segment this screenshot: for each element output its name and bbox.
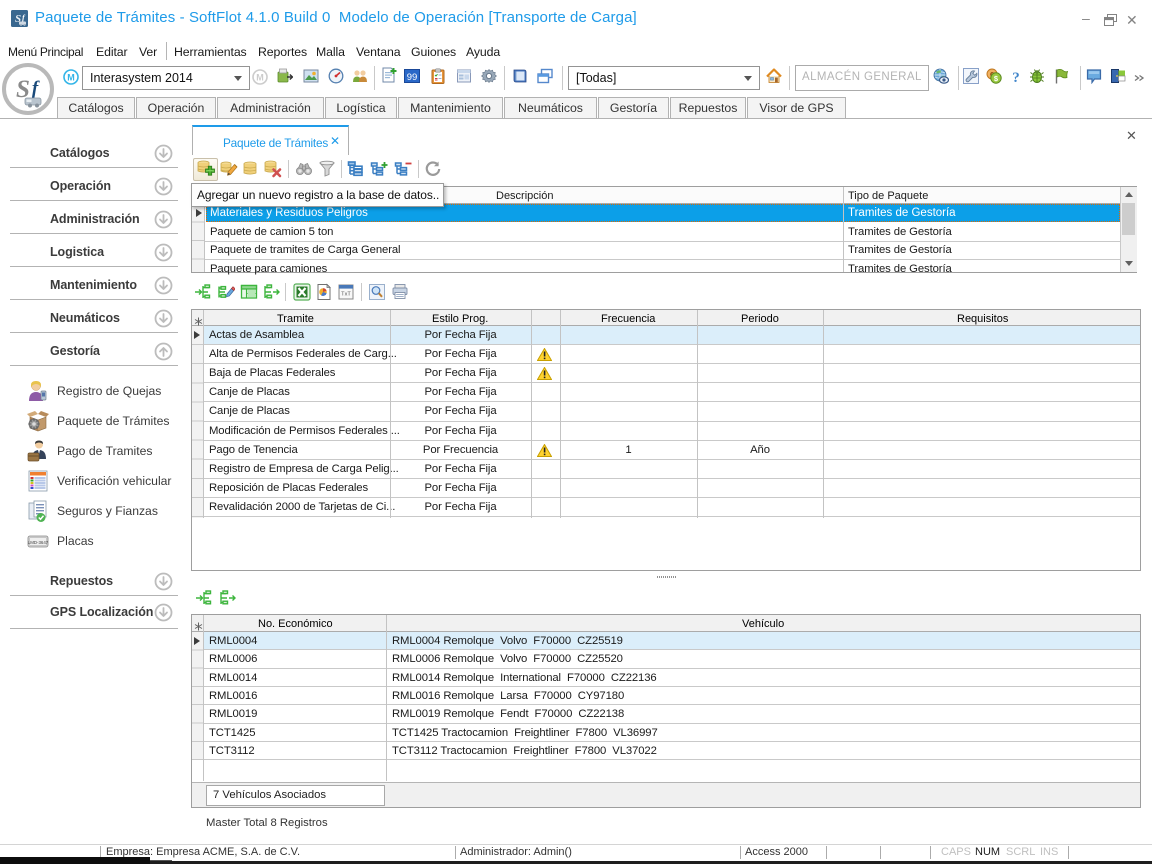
- svg-text:?: ?: [1012, 70, 1020, 84]
- svg-text:99: 99: [407, 72, 418, 83]
- svg-text:TxT: TxT: [341, 292, 351, 298]
- svg-text:LMD-3647: LMD-3647: [28, 540, 49, 545]
- svg-text:M: M: [256, 72, 264, 82]
- svg-text:f: f: [32, 78, 40, 99]
- svg-text:M: M: [67, 72, 75, 82]
